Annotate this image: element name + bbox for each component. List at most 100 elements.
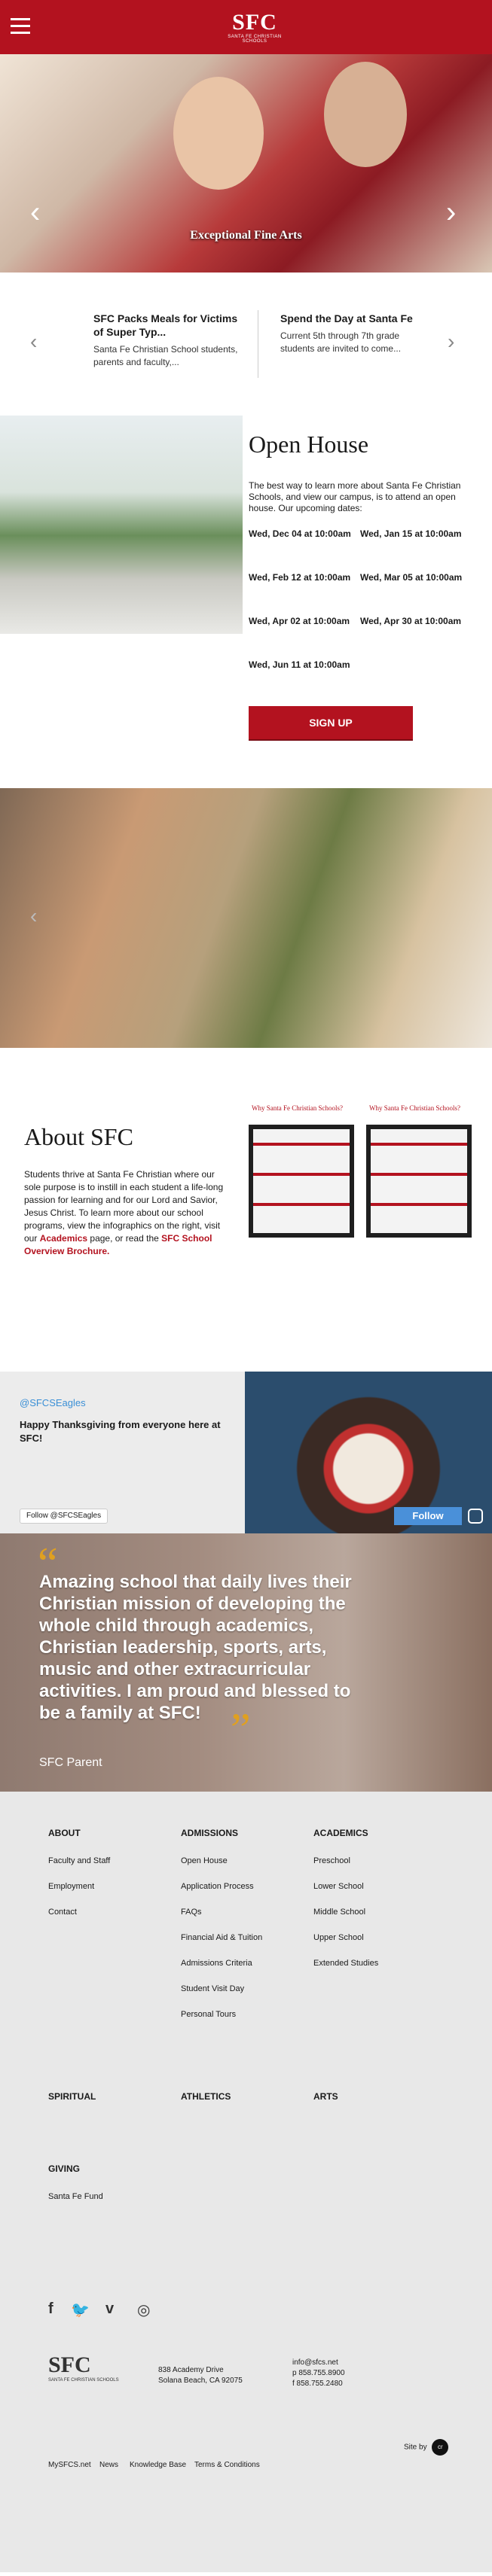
twitter-panel: @SFCSEagles Happy Thanksgiving from ever… bbox=[0, 1372, 245, 1533]
sign-up-button[interactable]: SIGN UP bbox=[249, 706, 413, 739]
hero-next-arrow-icon[interactable]: › bbox=[446, 197, 456, 227]
footer-link[interactable]: Open House bbox=[181, 1856, 262, 1865]
academics-link[interactable]: Academics bbox=[40, 1233, 87, 1244]
open-house-date: Wed, Jan 15 at 10:00am bbox=[360, 528, 462, 539]
twitter-icon[interactable]: 🐦 bbox=[71, 2300, 90, 2319]
open-house-date: Wed, Mar 05 at 10:00am bbox=[360, 572, 463, 583]
about-title: About SFC bbox=[24, 1123, 133, 1150]
open-house-title: Open House bbox=[249, 431, 369, 458]
contact-email[interactable]: info@sfcs.net bbox=[292, 2358, 345, 2368]
testimonial-author: SFC Parent bbox=[39, 1756, 102, 1769]
feature-prev-arrow-icon[interactable]: ‹ bbox=[30, 901, 37, 931]
footer-link[interactable]: Employment bbox=[48, 1882, 110, 1891]
footer-address: 838 Academy Drive Solana Beach, CA 92075 bbox=[158, 2365, 243, 2386]
footer-heading[interactable]: ADMISSIONS bbox=[181, 1828, 262, 1838]
tweet-text: Happy Thanksgiving from everyone here at… bbox=[20, 1419, 221, 1444]
bottom-link[interactable]: Knowledge Base bbox=[130, 2461, 186, 2469]
footer-link[interactable]: Santa Fe Fund bbox=[48, 2192, 103, 2201]
about-section: About SFC Students thrive at Santa Fe Ch… bbox=[0, 1048, 492, 1372]
twitter-follow-button[interactable]: Follow @SFCSEagles bbox=[20, 1509, 108, 1524]
instagram-follow-button[interactable]: Follow bbox=[394, 1507, 462, 1525]
vimeo-icon[interactable]: v bbox=[105, 2300, 114, 2318]
footer-link[interactable]: Contact bbox=[48, 1908, 110, 1917]
footer-link[interactable]: Admissions Criteria bbox=[181, 1959, 262, 1968]
footer-logo[interactable]: SFC SANTA FE CHRISTIAN SCHOOLS bbox=[48, 2352, 131, 2390]
footer-heading-spiritual[interactable]: SPIRITUAL bbox=[48, 2091, 96, 2102]
developer-badge-icon[interactable]: cr bbox=[432, 2439, 449, 2456]
infographic-title: Why Santa Fe Christian Schools? bbox=[366, 1102, 472, 1125]
news-desc: Current 5th through 7th grade students a… bbox=[280, 330, 402, 354]
open-house-section: Open House The best way to learn more ab… bbox=[0, 408, 492, 788]
news-item[interactable]: Spend the Day at Santa Fe Current 5th th… bbox=[280, 312, 431, 355]
open-house-date: Wed, Feb 12 at 10:00am bbox=[249, 572, 351, 583]
close-quote-icon: ” bbox=[231, 1704, 251, 1754]
infographic-title: Why Santa Fe Christian Schools? bbox=[249, 1102, 354, 1125]
campus-photo bbox=[0, 416, 243, 634]
footer-link[interactable]: Faculty and Staff bbox=[48, 1856, 110, 1865]
site-logo[interactable]: SFC SANTA FE CHRISTIAN SCHOOLS bbox=[218, 11, 291, 45]
footer-heading[interactable]: ACADEMICS bbox=[313, 1828, 378, 1838]
footer-heading-athletics[interactable]: ATHLETICS bbox=[181, 2091, 231, 2102]
footer-link[interactable]: Extended Studies bbox=[313, 1959, 378, 1968]
footer-col-academics: ACADEMICS Preschool Lower School Middle … bbox=[313, 1828, 378, 1984]
news-carousel: ‹ SFC Packs Meals for Victims of Super T… bbox=[0, 273, 492, 408]
footer-col-admissions: ADMISSIONS Open House Application Proces… bbox=[181, 1828, 262, 2036]
open-house-date: Wed, Jun 11 at 10:00am bbox=[249, 659, 350, 670]
footer-link[interactable]: Application Process bbox=[181, 1882, 262, 1891]
footer-link[interactable]: Middle School bbox=[313, 1908, 378, 1917]
facebook-icon[interactable]: f bbox=[48, 2300, 53, 2318]
infographic-body bbox=[253, 1129, 350, 1233]
logo-subtitle: SANTA FE CHRISTIAN SCHOOLS bbox=[228, 35, 282, 44]
hero-prev-arrow-icon[interactable]: ‹ bbox=[30, 197, 40, 227]
logo-mark: SFC bbox=[232, 10, 277, 35]
infographic-thumbnail[interactable]: Why Santa Fe Christian Schools? bbox=[366, 1102, 472, 1238]
footer-link[interactable]: Financial Aid & Tuition bbox=[181, 1933, 262, 1942]
bottom-link[interactable]: MySFCS.net bbox=[48, 2461, 91, 2469]
footer-link[interactable]: Preschool bbox=[313, 1856, 378, 1865]
footer-link[interactable]: Personal Tours bbox=[181, 2010, 262, 2019]
news-next-arrow-icon[interactable]: › bbox=[448, 327, 454, 357]
news-prev-arrow-icon[interactable]: ‹ bbox=[30, 327, 37, 357]
hero-photo-student bbox=[173, 77, 264, 190]
feature-photo: ‹ bbox=[0, 788, 492, 1048]
footer-col-about: ABOUT Faculty and Staff Employment Conta… bbox=[48, 1828, 110, 1933]
open-house-date: Wed, Apr 02 at 10:00am bbox=[249, 616, 350, 626]
footer-link[interactable]: FAQs bbox=[181, 1908, 262, 1917]
menu-button[interactable] bbox=[11, 18, 30, 35]
hero-photo-student-2 bbox=[324, 62, 407, 167]
footer-link[interactable]: Lower School bbox=[313, 1882, 378, 1891]
social-section: @SFCSEagles Happy Thanksgiving from ever… bbox=[0, 1372, 492, 1533]
footer-logo-mark: SFC bbox=[48, 2352, 91, 2377]
footer-heading-giving[interactable]: GIVING bbox=[48, 2163, 80, 2174]
site-by-credit[interactable]: Site by cr bbox=[404, 2439, 449, 2456]
contact-phone[interactable]: p 858.755.8900 bbox=[292, 2368, 345, 2379]
news-title[interactable]: Spend the Day at Santa Fe bbox=[280, 312, 431, 325]
news-item[interactable]: SFC Packs Meals for Victims of Super Typ… bbox=[93, 312, 244, 369]
bottom-link[interactable]: News bbox=[99, 2461, 118, 2469]
open-house-date: Wed, Dec 04 at 10:00am bbox=[249, 528, 351, 539]
open-house-intro: The best way to learn more about Santa F… bbox=[249, 480, 461, 513]
hero-caption: Exceptional Fine Arts bbox=[190, 229, 302, 242]
footer-link[interactable]: Upper School bbox=[313, 1933, 378, 1942]
infographic-body bbox=[371, 1129, 467, 1233]
footer-logo-subtitle: SANTA FE CHRISTIAN SCHOOLS bbox=[48, 2378, 119, 2383]
about-text: Students thrive at Santa Fe Christian wh… bbox=[24, 1168, 228, 1258]
infographic-thumbnail[interactable]: Why Santa Fe Christian Schools? bbox=[249, 1102, 354, 1238]
site-footer: ABOUT Faculty and Staff Employment Conta… bbox=[0, 1792, 492, 2572]
news-title[interactable]: SFC Packs Meals for Victims of Super Typ… bbox=[93, 312, 244, 339]
contact-fax: f 858.755.2480 bbox=[292, 2380, 343, 2388]
news-desc: Santa Fe Christian School students, pare… bbox=[93, 344, 238, 367]
footer-link[interactable]: Student Visit Day bbox=[181, 1984, 262, 1993]
bottom-link[interactable]: Terms & Conditions bbox=[194, 2461, 260, 2469]
footer-heading-arts[interactable]: ARTS bbox=[313, 2091, 338, 2102]
testimonial-quote: Amazing school that daily lives their Ch… bbox=[39, 1572, 352, 1723]
site-by-label: Site by bbox=[404, 2443, 427, 2452]
footer-heading[interactable]: ABOUT bbox=[48, 1828, 110, 1838]
about-text-part: page, or read the bbox=[87, 1233, 162, 1244]
instagram-panel[interactable]: Follow bbox=[245, 1372, 492, 1533]
instagram-icon[interactable] bbox=[468, 1509, 483, 1524]
twitter-handle[interactable]: @SFCSEagles bbox=[20, 1397, 86, 1408]
site-header: SFC SANTA FE CHRISTIAN SCHOOLS bbox=[0, 0, 492, 54]
instagram-icon[interactable]: ◎ bbox=[137, 2300, 150, 2319]
address-line: 838 Academy Drive bbox=[158, 2366, 224, 2374]
